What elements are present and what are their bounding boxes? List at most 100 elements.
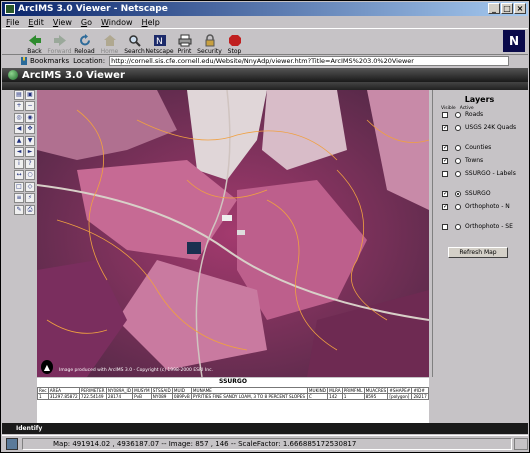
zoom-out-icon[interactable]: −: [25, 101, 35, 112]
identify-mode-label: Identify: [2, 423, 528, 434]
layer-visible-checkbox[interactable]: [442, 171, 448, 177]
layer-active-radio[interactable]: [455, 171, 461, 177]
layer-label: Orthophoto - SE: [465, 223, 513, 230]
menu-bar: File Edit View Go Window Help: [2, 16, 528, 28]
maximize-button[interactable]: □: [501, 3, 513, 14]
status-text: Map: 491914.02 , 4936187.07 -- Image: 85…: [22, 438, 512, 450]
security-button[interactable]: Security: [197, 29, 222, 55]
menu-go[interactable]: Go: [81, 18, 92, 27]
results-cell: NY089: [150, 393, 173, 400]
zoom-in-icon[interactable]: +: [14, 101, 24, 112]
layer-active-radio[interactable]: [455, 204, 461, 210]
home-button[interactable]: Home: [97, 29, 122, 55]
layer-active-radio[interactable]: [455, 125, 461, 131]
layer-row: ✓ Towns: [433, 157, 526, 170]
layer-label: Roads: [465, 111, 484, 118]
layer-row: Orthophoto - SE: [433, 223, 526, 243]
bookmarks-button[interactable]: Bookmarks: [20, 57, 69, 65]
refresh-map-button[interactable]: Refresh Map: [448, 247, 508, 258]
netscape-app-icon: [5, 4, 15, 14]
results-cell: 31297.85872: [47, 393, 80, 400]
layer-visible-checkbox[interactable]: [442, 112, 448, 118]
pan-icon[interactable]: ✥: [25, 124, 35, 135]
hyperlink-icon[interactable]: ⚡: [25, 193, 35, 204]
print-map-icon[interactable]: ⎙: [25, 204, 35, 215]
bookmark-icon: [21, 57, 27, 65]
table-row: 1 31297.85872 722.54149 28174 PvB NY089 089PvB…: [37, 393, 429, 400]
padlock-icon: [205, 34, 214, 47]
buffer-icon[interactable]: ○: [25, 170, 35, 181]
layer-active-radio[interactable]: [455, 224, 461, 230]
search-button[interactable]: Search: [122, 29, 147, 55]
find-icon[interactable]: ?: [25, 158, 35, 169]
minimize-button[interactable]: _: [488, 3, 500, 14]
title-bar: ArcIMS 3.0 Viewer - Netscape _ □ ×: [2, 2, 528, 16]
layer-active-radio[interactable]: [455, 112, 461, 118]
layer-row: ✓ SSURGO: [433, 190, 526, 203]
results-column-header: Rec: [37, 387, 49, 394]
header-separator: [2, 82, 528, 90]
full-extent-icon[interactable]: ◎: [14, 112, 24, 123]
identify-icon[interactable]: i: [14, 158, 24, 169]
select-shape-icon[interactable]: ◇: [25, 181, 35, 192]
layer-visible-checkbox[interactable]: ✓: [442, 191, 448, 197]
menu-window[interactable]: Window: [101, 18, 133, 27]
query-icon[interactable]: ≡: [14, 193, 24, 204]
map-copyright: Image produced with ArcIMS 3.0 - Copyrig…: [59, 368, 214, 373]
zoom-active-icon[interactable]: ◉: [25, 112, 35, 123]
netscape-button[interactable]: N Netscape: [145, 29, 174, 55]
results-cell: [polygon]: [387, 393, 413, 400]
back-extent-icon[interactable]: ◀: [14, 124, 24, 135]
layer-visible-checkbox[interactable]: ✓: [442, 158, 448, 164]
pan-north-icon[interactable]: ▲: [14, 135, 24, 146]
select-rect-icon[interactable]: □: [14, 181, 24, 192]
print-button[interactable]: Print: [172, 29, 197, 55]
clear-selection-icon[interactable]: ✎: [14, 204, 24, 215]
netscape-logo: N: [503, 30, 525, 52]
reload-button[interactable]: Reload: [72, 29, 97, 55]
url-input[interactable]: [109, 56, 510, 66]
results-column-header: #SHAPE#: [387, 387, 413, 394]
map-image[interactable]: ▲ Image produced with ArcIMS 3.0 - Copyr…: [37, 90, 429, 377]
menu-edit[interactable]: Edit: [28, 18, 44, 27]
layer-visible-checkbox[interactable]: ✓: [442, 125, 448, 131]
menu-file[interactable]: File: [6, 18, 19, 27]
layer-label: SSURGO: [465, 190, 491, 197]
pan-south-icon[interactable]: ▼: [25, 135, 35, 146]
layer-visible-checkbox[interactable]: [442, 224, 448, 230]
layer-active-radio[interactable]: [455, 145, 461, 151]
stop-button[interactable]: Stop: [222, 29, 247, 55]
close-button[interactable]: ×: [514, 3, 526, 14]
results-column-header: STSSAID: [150, 387, 173, 394]
layer-active-radio[interactable]: [455, 158, 461, 164]
layer-row: ✓ Orthophoto - N: [433, 203, 526, 223]
layer-visible-checkbox[interactable]: ✓: [442, 145, 448, 151]
browser-window: ArcIMS 3.0 Viewer - Netscape _ □ × File …: [0, 0, 530, 453]
results-column-header: MUACRES: [363, 387, 389, 394]
layer-label: SSURGO - Labels: [465, 170, 516, 177]
back-button[interactable]: Back: [22, 29, 47, 55]
map-tools: ▤ ▣ + − ◎ ◉ ◀ ✥ ▲ ▼ ◄ ► i ? ↔ ○ □ ◇ ≡ ⚡: [14, 90, 36, 215]
results-cell: 142: [327, 393, 343, 400]
results-column-header: MUKIND: [306, 387, 329, 394]
results-column-header: MUSYM: [132, 387, 152, 394]
nav-toolbar: Back Forward Reload Home Search N Netsca…: [2, 28, 528, 55]
svg-text:N: N: [156, 37, 163, 47]
layer-visible-checkbox[interactable]: ✓: [442, 204, 448, 210]
results-cell: 28174: [105, 393, 134, 400]
overview-icon[interactable]: ▣: [25, 90, 35, 100]
layer-label: USGS 24K Quads: [465, 124, 517, 131]
pan-east-icon[interactable]: ►: [25, 147, 35, 158]
location-bar: Bookmarks Location:: [2, 55, 528, 67]
forward-button[interactable]: Forward: [47, 29, 72, 55]
measure-icon[interactable]: ↔: [14, 170, 24, 181]
layer-active-radio[interactable]: [455, 191, 461, 197]
menu-view[interactable]: View: [53, 18, 72, 27]
layer-label: Counties: [465, 144, 492, 151]
visible-column-header: Visible: [441, 106, 456, 111]
pan-west-icon[interactable]: ◄: [14, 147, 24, 158]
results-column-header: PERIMETER: [78, 387, 107, 394]
layer-row: ✓ USGS 24K Quads: [433, 124, 526, 144]
toggle-legend-icon[interactable]: ▤: [14, 90, 24, 100]
menu-help[interactable]: Help: [142, 18, 160, 27]
